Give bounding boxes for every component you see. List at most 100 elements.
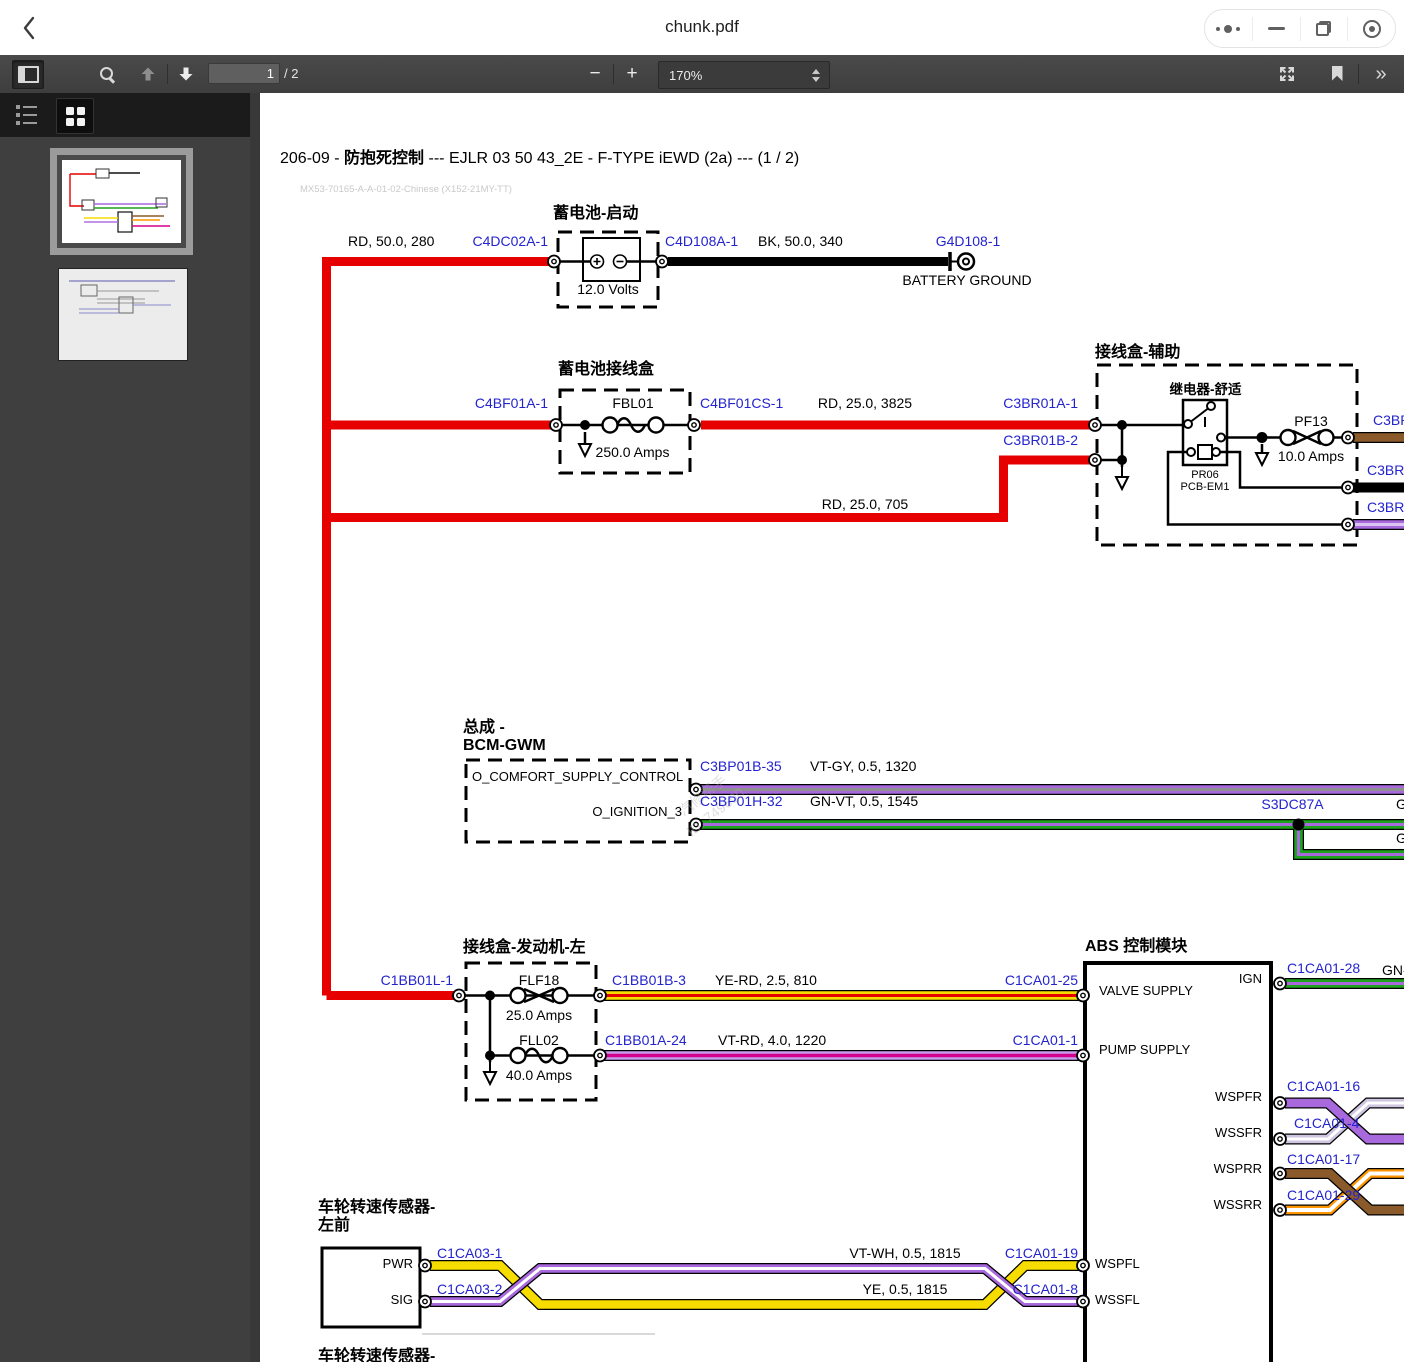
- thumbnails-grid-icon: [66, 107, 85, 126]
- outline-view-button[interactable]: [8, 98, 44, 132]
- minimize-button[interactable]: [1253, 10, 1300, 47]
- component-title-bcm-line2: BCM-GWM: [463, 737, 546, 755]
- sidebar-toggle-button[interactable]: [12, 60, 44, 89]
- find-button[interactable]: [92, 60, 122, 87]
- pdf-page-canvas: 206-09 - 防抱死控制 --- EJLR 03 50 43_2E - F-…: [260, 93, 1404, 1362]
- toolbar-divider: [167, 64, 168, 84]
- connector-label-clipped: C3BR0: [1367, 462, 1404, 478]
- zoom-out-button[interactable]: −: [580, 60, 610, 87]
- connector-label: C1CA01-25: [958, 972, 1078, 988]
- pin-label: PUMP SUPPLY: [1099, 1043, 1190, 1058]
- component-title-aux: 接线盒-辅助: [1095, 344, 1180, 362]
- wire-spec-label: VT-GY, 0.5, 1320: [810, 758, 916, 774]
- wire-spec-label: GN-VT, 0.5, 1545: [810, 793, 918, 809]
- page-1-thumbnail[interactable]: [50, 148, 193, 255]
- fuse-amps-label: 250.0 Amps: [575, 444, 690, 460]
- document-code: MX53-70165-A-A-01-02-Chinese (X152-21MY-…: [300, 184, 512, 195]
- pin-label: WSSFL: [1095, 1293, 1140, 1308]
- component-title-wss-line2: 左前: [318, 1217, 350, 1235]
- fullscreen-expand-icon: [1278, 65, 1296, 83]
- connector-label: C1CA01-29: [1287, 1187, 1360, 1203]
- pin-label: WSPFR: [1182, 1090, 1262, 1105]
- more-tools-button[interactable]: »: [1366, 60, 1396, 87]
- zoom-level-value: 170%: [659, 68, 812, 83]
- component-title-bcm-line1: 总成 -: [463, 719, 505, 737]
- connector-label: C3BP01B-35: [700, 758, 782, 774]
- connector-label: C3BP01H-32: [700, 793, 783, 809]
- previous-page-button[interactable]: [133, 60, 163, 87]
- connector-label-clipped: C3BR: [1373, 412, 1404, 428]
- fuse-label: FLF18: [499, 972, 579, 988]
- connector-label: C4BF01A-1: [428, 395, 548, 411]
- fullscreen-button[interactable]: [1272, 60, 1302, 87]
- fuse-label: PF13: [1271, 413, 1351, 429]
- fuse-amps-label: 25.0 Amps: [479, 1007, 599, 1023]
- pin-label: O_IGNITION_3: [472, 805, 682, 820]
- bookmark-icon: [1332, 66, 1343, 81]
- arrow-up-icon: [140, 66, 156, 82]
- sidebar-toggle-icon: [18, 66, 39, 83]
- connector-label: C4BF01CS-1: [700, 395, 783, 411]
- record-button[interactable]: [1348, 10, 1395, 47]
- connector-label: C1CA01-1: [958, 1032, 1078, 1048]
- wire-spec-label: YE-RD, 2.5, 810: [715, 972, 817, 988]
- bookmark-button[interactable]: [1322, 60, 1352, 87]
- pin-label: IGN: [1182, 972, 1262, 987]
- connector-label: C1BB01A-24: [605, 1032, 687, 1048]
- connector-label: C1BB01L-1: [333, 972, 453, 988]
- connector-label: C1CA01-4: [1294, 1115, 1359, 1131]
- pdf-viewer-area: 206-09 - 防抱死控制 --- EJLR 03 50 43_2E - F-…: [250, 93, 1404, 1362]
- relay-id-label: PR06: [1170, 469, 1240, 482]
- pin-label: PWR: [353, 1257, 413, 1272]
- restore-window-button[interactable]: [1301, 10, 1348, 47]
- restore-icon: [1316, 21, 1331, 36]
- minimize-icon: [1268, 27, 1285, 30]
- pin-label: VALVE SUPPLY: [1099, 984, 1193, 999]
- connector-label: C3BR01B-2: [958, 432, 1078, 448]
- wire-spec-label: RD, 25.0, 3825: [790, 395, 940, 411]
- connector-label: C1BB01B-3: [612, 972, 686, 988]
- app-title-bar: chunk.pdf: [0, 0, 1404, 55]
- connector-label: C4DC02A-1: [418, 233, 548, 249]
- component-title-bjb: 蓄电池接线盒: [558, 361, 654, 379]
- next-page-button[interactable]: [171, 60, 201, 87]
- wire-spec-label: RD, 25.0, 705: [790, 496, 940, 512]
- thumbnails-view-button[interactable]: [56, 98, 94, 134]
- fuse-label: FBL01: [598, 395, 668, 411]
- outline-icon: [16, 105, 37, 125]
- splice-label: S3DC87A: [1235, 796, 1350, 812]
- zoom-level-select[interactable]: 170%: [658, 61, 830, 89]
- connector-label: C1CA03-2: [437, 1281, 502, 1297]
- pdf-toolbar: / 2 − + 170% »: [0, 55, 1404, 94]
- zoom-in-icon: +: [626, 64, 637, 83]
- document-title: chunk.pdf: [0, 17, 1404, 37]
- connector-label: C1CA01-19: [958, 1245, 1078, 1261]
- relay-title: 继电器-舒适: [1153, 382, 1258, 398]
- more-dots-icon: [1216, 25, 1240, 33]
- sidebar-view-switcher: [0, 93, 250, 137]
- pin-label: SIG: [353, 1293, 413, 1308]
- window-capsule: [1204, 9, 1396, 48]
- page-2-thumbnail[interactable]: [58, 268, 188, 361]
- connector-label: C1CA03-1: [437, 1245, 502, 1261]
- pin-label: WSSFR: [1182, 1126, 1262, 1141]
- more-options-button[interactable]: [1205, 10, 1252, 47]
- component-title-battery: 蓄电池-启动: [553, 205, 638, 223]
- battery-volts-label: 12.0 Volts: [558, 281, 658, 297]
- page-1-thumbnail-image: [62, 160, 181, 243]
- connector-label: C1CA01-28: [1287, 960, 1360, 976]
- connector-label: G4D108-1: [908, 233, 1028, 249]
- toolbar-divider: [613, 64, 614, 84]
- zoom-in-button[interactable]: +: [617, 60, 647, 87]
- faint-divider-line: [422, 1333, 655, 1335]
- zoom-out-icon: −: [589, 64, 600, 83]
- connector-label-clipped: C3BR0: [1367, 499, 1404, 515]
- pin-label: WSPRR: [1182, 1162, 1262, 1177]
- connector-label: C1CA01-8: [958, 1281, 1078, 1297]
- page-count-label: / 2: [284, 66, 298, 81]
- component-title-wss-line1: 车轮转速传感器-: [318, 1199, 435, 1217]
- toolbar-divider: [1358, 64, 1359, 84]
- select-arrows-icon: [812, 69, 820, 82]
- connector-label: C3BR01A-1: [958, 395, 1078, 411]
- page-number-input[interactable]: [208, 63, 280, 84]
